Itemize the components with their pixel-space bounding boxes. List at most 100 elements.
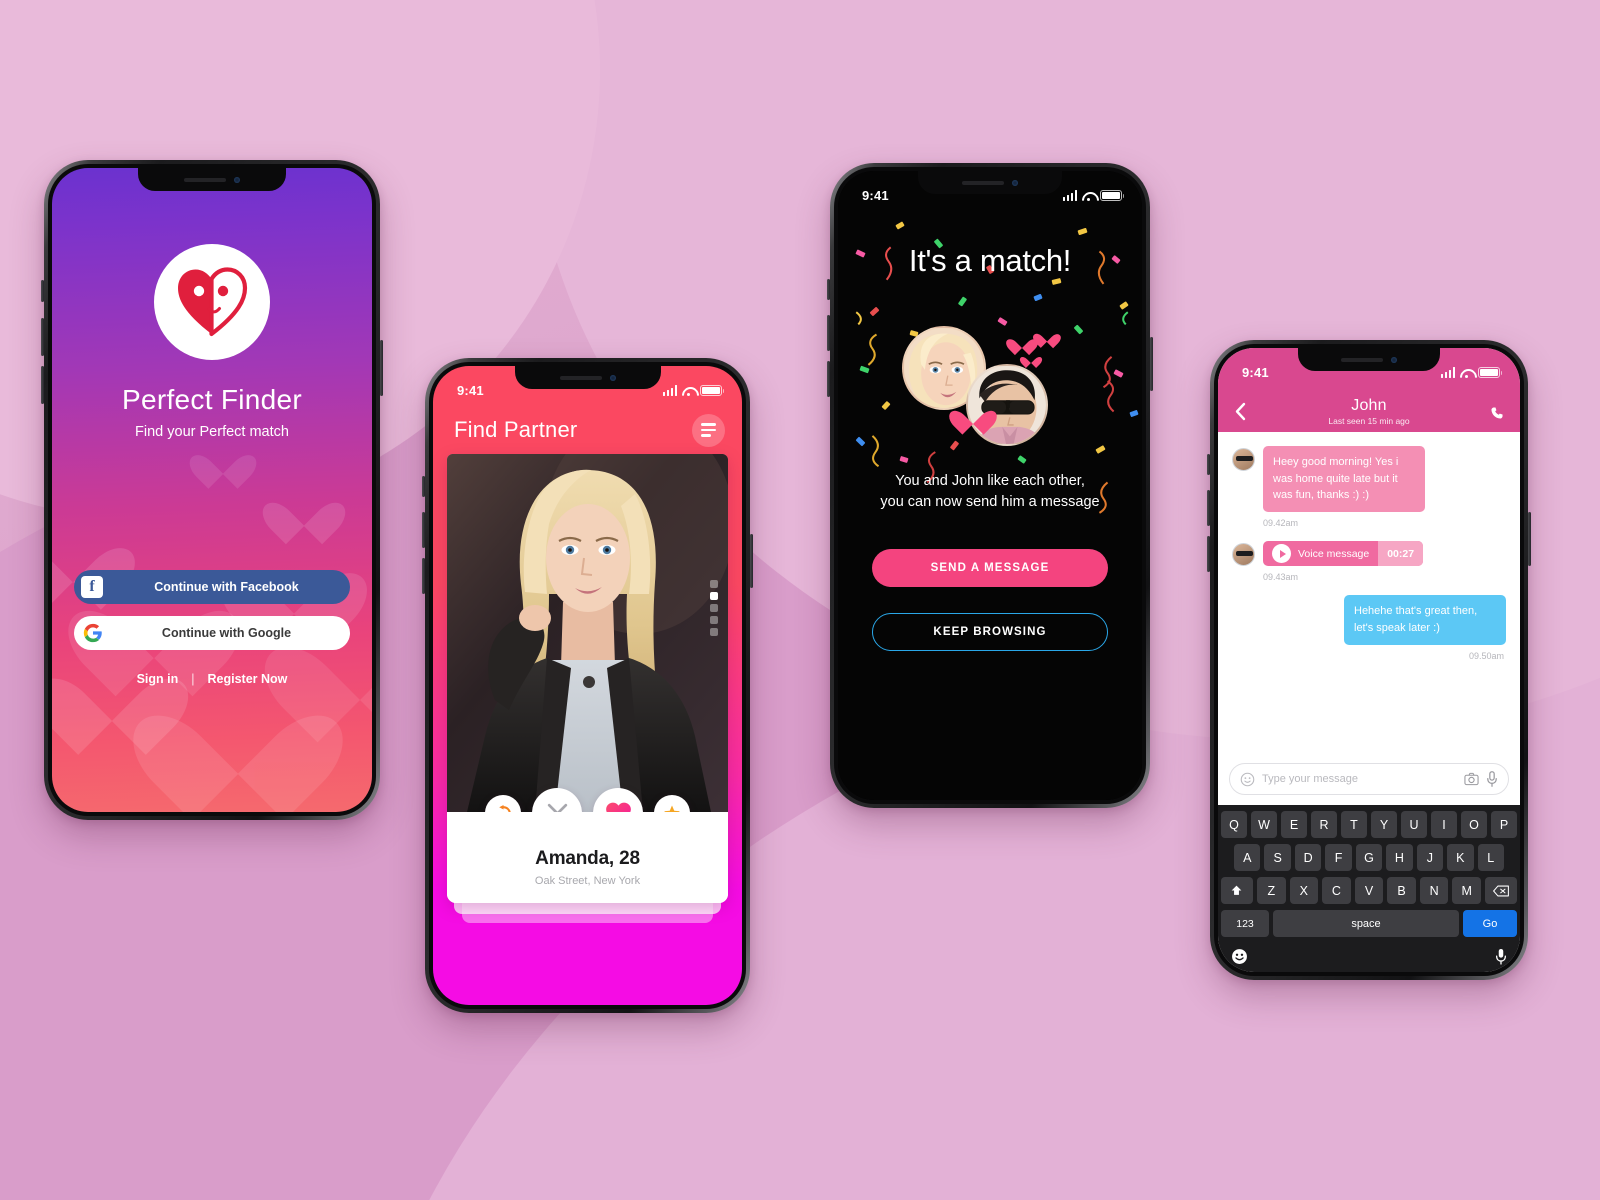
key-P[interactable]: P: [1491, 811, 1517, 838]
photo-dot[interactable]: [710, 616, 718, 624]
link-separator: |: [191, 672, 195, 686]
microphone-icon[interactable]: [1495, 948, 1507, 965]
photo-dot[interactable]: [710, 628, 718, 636]
key-C[interactable]: C: [1322, 877, 1351, 904]
key-Q[interactable]: Q: [1221, 811, 1247, 838]
phone-mockup-chat: 9:41 John Last seen 15 min ago Heey good…: [1207, 340, 1531, 980]
rewind-button[interactable]: [485, 795, 521, 812]
key-W[interactable]: W: [1251, 811, 1277, 838]
emoji-smiley-icon[interactable]: [1240, 772, 1255, 787]
power-button: [1528, 512, 1531, 566]
battery-icon: [1478, 367, 1503, 378]
photo-dot-active[interactable]: [710, 592, 718, 600]
battery-icon: [1100, 190, 1125, 201]
backspace-icon[interactable]: [1485, 877, 1518, 904]
key-X[interactable]: X: [1289, 877, 1319, 904]
numbers-key[interactable]: 123: [1221, 910, 1269, 937]
go-key[interactable]: Go: [1463, 910, 1517, 937]
key-M[interactable]: M: [1452, 877, 1482, 904]
profile-photo: [447, 454, 728, 812]
key-U[interactable]: U: [1401, 811, 1427, 838]
profile-card[interactable]: Amanda, 28 Oak Street, New York: [447, 454, 728, 903]
superlike-button[interactable]: [654, 795, 690, 812]
chat-contact-info: John Last seen 15 min ago: [1258, 397, 1480, 426]
key-T[interactable]: T: [1341, 811, 1367, 838]
heart-icon: [605, 802, 631, 812]
profile-photo-image: [447, 454, 728, 812]
phone-inner-bezel: 9:41 John Last seen 15 min ago Heey good…: [1214, 344, 1524, 976]
key-O[interactable]: O: [1461, 811, 1487, 838]
sign-in-link[interactable]: Sign in: [137, 672, 179, 686]
status-indicators: [1062, 190, 1125, 201]
play-icon[interactable]: [1263, 541, 1298, 566]
key-H[interactable]: H: [1386, 844, 1413, 871]
register-now-link[interactable]: Register Now: [208, 672, 288, 686]
voice-message-duration: 00:27: [1378, 541, 1424, 567]
shift-arrow-icon[interactable]: [1220, 877, 1253, 904]
key-V[interactable]: V: [1354, 877, 1384, 904]
chat-container: 9:41 John Last seen 15 min ago Heey good…: [1218, 348, 1520, 972]
auth-links-row: Sign in | Register Now: [74, 672, 350, 686]
confetti-piece: [869, 306, 880, 317]
hamburger-menu-icon[interactable]: [692, 413, 725, 447]
voice-message-bubble[interactable]: Voice message 00:27: [1263, 541, 1424, 567]
heart-icon-small: [1012, 332, 1032, 352]
key-E[interactable]: E: [1281, 811, 1307, 838]
microphone-icon[interactable]: [1486, 771, 1498, 787]
key-G[interactable]: G: [1355, 844, 1383, 871]
key-R[interactable]: R: [1311, 811, 1337, 838]
key-S[interactable]: S: [1264, 844, 1291, 871]
heart-icon-large: [958, 400, 988, 430]
dislike-button[interactable]: [532, 788, 582, 812]
phone-inner-bezel: 9:41 It's a match! You and John like eac…: [834, 167, 1146, 804]
contact-status: Last seen 15 min ago: [1328, 416, 1410, 426]
photo-dot[interactable]: [710, 580, 718, 588]
power-button: [380, 340, 383, 396]
match-description-line1: You and John like each other,: [895, 473, 1085, 489]
page-title: Find Partner: [454, 417, 578, 442]
send-a-message-button[interactable]: SEND A MESSAGE: [872, 549, 1108, 587]
continue-with-google-button[interactable]: Continue with Google: [74, 616, 350, 650]
key-Z[interactable]: Z: [1256, 877, 1286, 904]
confetti-piece: [1033, 293, 1043, 302]
mute-switch: [41, 280, 44, 302]
keyboard-row-3: Z X C V B N M: [1220, 877, 1518, 904]
status-time: 9:41: [457, 383, 484, 398]
photo-dot[interactable]: [710, 604, 718, 612]
camera-icon[interactable]: [1464, 772, 1479, 786]
app-logo: [154, 244, 270, 360]
heart-icon-small: [1024, 352, 1038, 366]
key-D[interactable]: D: [1294, 844, 1322, 871]
key-I[interactable]: I: [1431, 811, 1457, 838]
key-Y[interactable]: Y: [1371, 811, 1397, 838]
match-avatars: [902, 326, 1078, 446]
page-title: Perfect Finder: [121, 384, 303, 415]
key-K[interactable]: K: [1447, 844, 1474, 871]
message-input-container[interactable]: Type your message: [1229, 763, 1509, 795]
message-input-placeholder[interactable]: Type your message: [1262, 773, 1457, 785]
key-L[interactable]: L: [1477, 844, 1504, 871]
key-A[interactable]: A: [1234, 844, 1261, 871]
key-N[interactable]: N: [1419, 877, 1449, 904]
volume-up-button: [422, 512, 425, 548]
key-F[interactable]: F: [1325, 844, 1352, 871]
emoji-smiley-icon[interactable]: [1231, 948, 1248, 965]
wifi-icon: [682, 386, 695, 396]
keep-browsing-button[interactable]: KEEP BROWSING: [872, 613, 1108, 651]
keyboard-row-4: 123 space Go: [1221, 910, 1517, 937]
confetti-piece: [1129, 409, 1139, 418]
key-J[interactable]: J: [1416, 844, 1444, 871]
phone-screen-splash: Perfect Finder Find your Perfect match f…: [52, 168, 372, 812]
space-key[interactable]: space: [1273, 910, 1459, 937]
key-B[interactable]: B: [1387, 877, 1416, 904]
back-chevron-icon[interactable]: [1234, 402, 1258, 425]
like-button[interactable]: [593, 788, 643, 812]
find-partner-background: 9:41 Find Partner Amanda, 28 Oak Street,…: [433, 366, 742, 1005]
continue-with-facebook-button[interactable]: f Continue with Facebook: [74, 570, 350, 604]
chat-messages-list[interactable]: Heey good morning! Yes i was home quite …: [1218, 432, 1520, 755]
facebook-icon: f: [81, 576, 103, 598]
chat-message-incoming: Heey good morning! Yes i was home quite …: [1232, 446, 1506, 513]
phone-call-icon[interactable]: [1480, 406, 1504, 425]
splash-background: Perfect Finder Find your Perfect match f…: [52, 168, 372, 812]
contact-name: John: [1351, 397, 1387, 414]
